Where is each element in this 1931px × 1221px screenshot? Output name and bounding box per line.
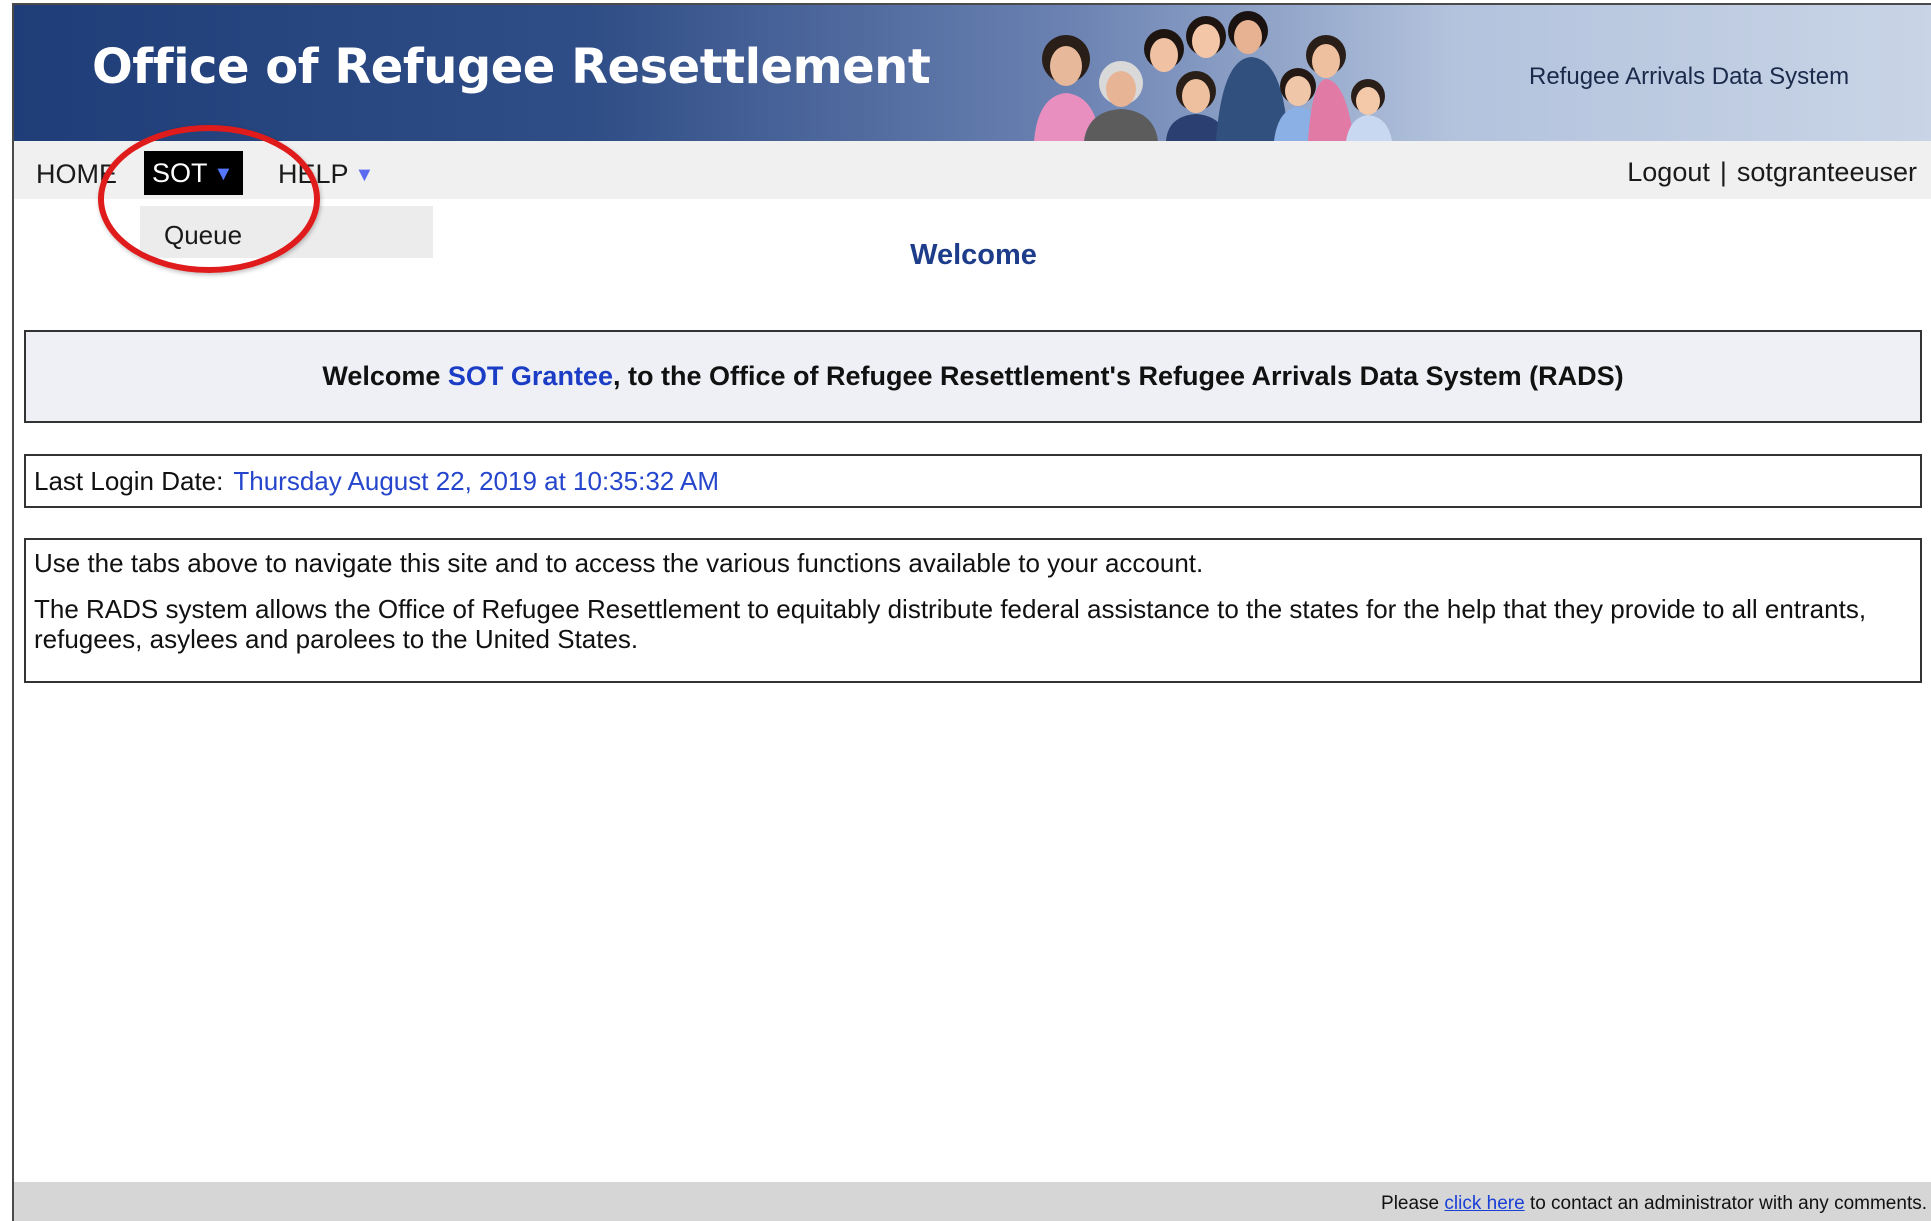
system-name: Refugee Arrivals Data System — [1529, 63, 1850, 90]
username: sotgranteeuser — [1736, 157, 1917, 187]
contact-admin-link[interactable]: click here — [1444, 1193, 1524, 1214]
separator: | — [1719, 157, 1727, 187]
browser-page: Office of Refugee Resettlement Refugee A… — [12, 3, 1931, 1221]
last-login-value: Thursday August 22, 2019 at 10:35:32 AM — [233, 466, 720, 496]
welcome-suffix: , to the Office of Refugee Resettlement'… — [612, 361, 1624, 391]
info-paragraph: The RADS system allows the Office of Ref… — [34, 594, 1867, 654]
site-title: Office of Refugee Resettlement — [92, 39, 931, 95]
last-login-label: Last Login Date: — [34, 466, 224, 496]
welcome-prefix: Welcome — [322, 361, 441, 391]
welcome-banner: Welcome SOT Grantee, to the Office of Re… — [24, 330, 1922, 423]
caret-down-icon: ▼ — [354, 164, 375, 186]
footer-suffix: to contact an administrator with any com… — [1529, 1193, 1927, 1214]
footer: Please click here to contact an administ… — [14, 1182, 1931, 1221]
info-paragraph: Use the tabs above to navigate this site… — [34, 548, 1204, 578]
info-panel: Use the tabs above to navigate this site… — [24, 538, 1922, 683]
logout-link[interactable]: Logout — [1627, 157, 1710, 187]
header-banner: Office of Refugee Resettlement Refugee A… — [14, 5, 1931, 141]
page-title: Welcome — [910, 239, 1037, 271]
footer-prefix: Please — [1381, 1193, 1440, 1214]
footer-text: Please click here to contact an administ… — [1381, 1193, 1927, 1215]
last-login-panel: Last Login Date: Thursday August 22, 2019… — [24, 454, 1922, 508]
user-role: SOT Grantee — [447, 361, 613, 391]
user-area: Logout | sotgranteeuser — [1627, 157, 1917, 188]
family-group-photo — [1034, 11, 1392, 141]
